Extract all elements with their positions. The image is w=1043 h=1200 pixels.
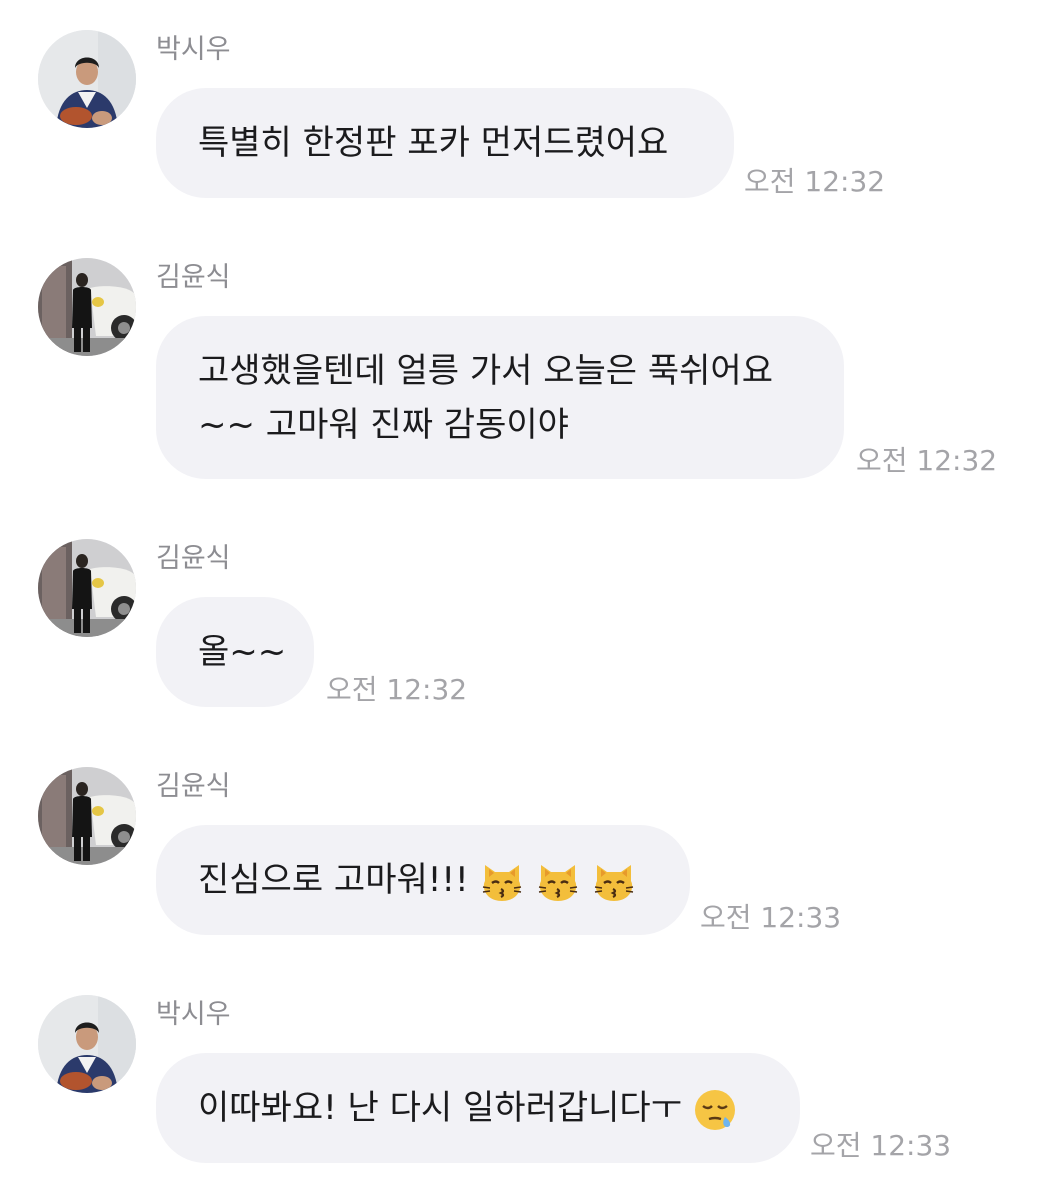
- sender-name: 김윤식: [156, 771, 231, 802]
- avatar[interactable]: [38, 258, 136, 356]
- message-text: 진심으로 고마워!!!: [198, 860, 469, 900]
- message-time: 오전 12:33: [700, 901, 842, 934]
- avatar-yunsik-image: [38, 539, 136, 637]
- chat-thread: 박시우 특별히 한정판 포카 먼저드렸어요 오전 12:32 김윤식 고생했을텐…: [0, 0, 1043, 1200]
- avatar[interactable]: [38, 539, 136, 637]
- kissing-cat-icon: [535, 859, 581, 905]
- message-time: 오전 12:32: [326, 673, 468, 706]
- sender-name: 김윤식: [156, 262, 231, 293]
- sender-name: 박시우: [156, 34, 231, 65]
- kissing-cat-icon: [591, 859, 637, 905]
- avatar[interactable]: [38, 995, 136, 1093]
- sender-name: 김윤식: [156, 543, 231, 574]
- message-line: 진심으로 고마워!!!: [198, 853, 648, 907]
- message-bubble[interactable]: 고생했을텐데 얼릉 가서 오늘은 푹쉬어요 ~~ 고마워 진짜 감동이야: [156, 316, 844, 479]
- message-bubble[interactable]: 특별히 한정판 포카 먼저드렸어요: [156, 88, 734, 198]
- avatar-siwoo-image: [38, 30, 136, 128]
- message-time: 오전 12:33: [810, 1129, 952, 1162]
- message-text: 고생했을텐데 얼릉 가서 오늘은 푹쉬어요: [198, 350, 773, 391]
- message-text: 이따봐요! 난 다시 일하러갑니다ㅜ: [198, 1088, 682, 1128]
- kissing-cat-icon: [479, 859, 525, 905]
- sleepy-face-icon: [692, 1087, 738, 1133]
- message-time: 오전 12:32: [744, 165, 886, 198]
- message-bubble[interactable]: 올~~: [156, 597, 314, 707]
- avatar-yunsik-image: [38, 767, 136, 865]
- message-bubble[interactable]: 이따봐요! 난 다시 일하러갑니다ㅜ: [156, 1053, 800, 1163]
- sender-name: 박시우: [156, 999, 231, 1030]
- message-line: 이따봐요! 난 다시 일하러갑니다ㅜ: [198, 1081, 758, 1135]
- message-time: 오전 12:32: [856, 444, 998, 477]
- message-text: 특별히 한정판 포카 먼저드렸어요: [198, 123, 669, 163]
- avatar[interactable]: [38, 767, 136, 865]
- avatar-siwoo-image: [38, 995, 136, 1093]
- message-text: 올~~: [198, 632, 287, 672]
- message-bubble[interactable]: 진심으로 고마워!!!: [156, 825, 690, 935]
- avatar[interactable]: [38, 30, 136, 128]
- avatar-yunsik-image: [38, 258, 136, 356]
- message-text: ~~ 고마워 진짜 감동이야: [198, 404, 569, 445]
